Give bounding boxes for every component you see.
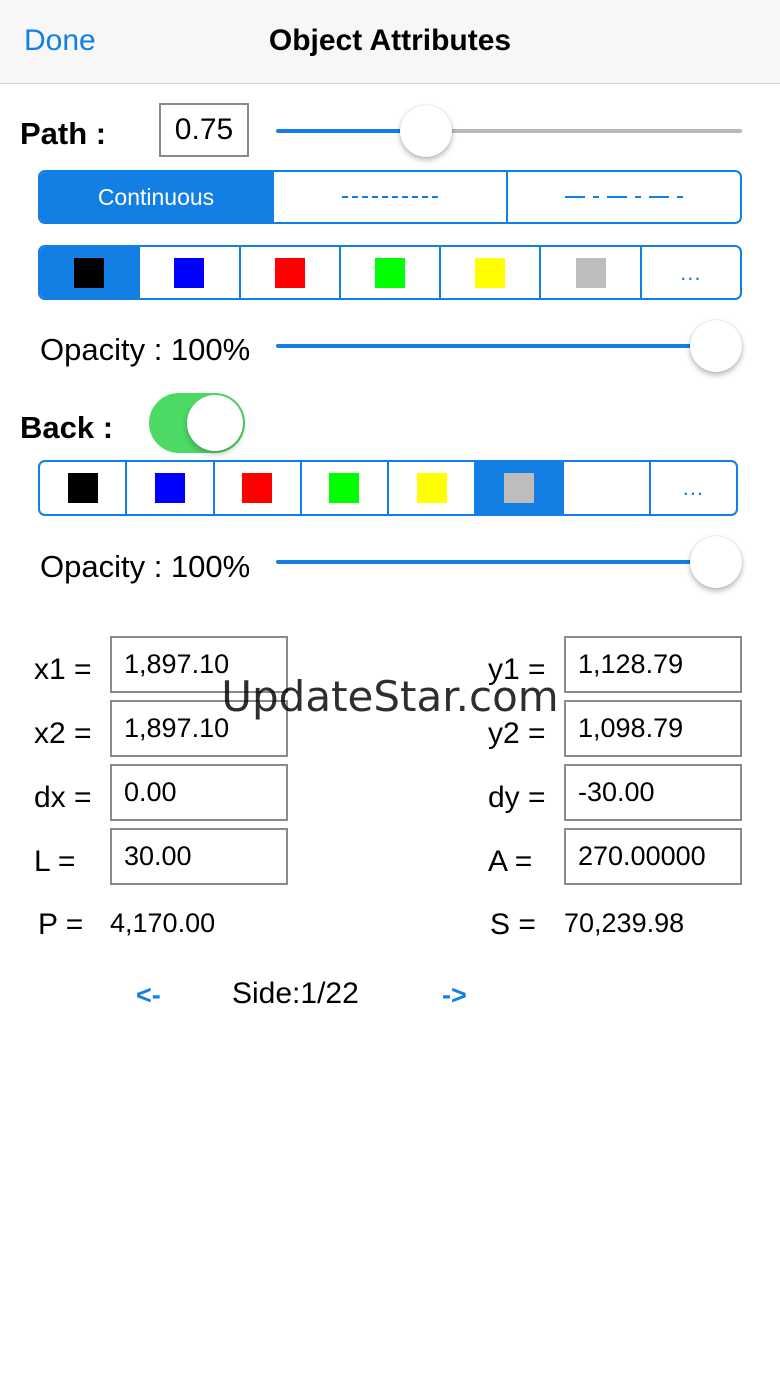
x1-label: x1 =: [34, 653, 92, 686]
back-color-option[interactable]: [125, 462, 212, 514]
done-button[interactable]: Done: [24, 24, 96, 58]
x2-label: x2 =: [34, 717, 92, 750]
color-swatch: [67, 473, 98, 503]
path-color-segmented-control: ...: [38, 245, 742, 300]
color-swatch: [242, 473, 273, 503]
line-style-continuous-label: Continuous: [97, 183, 215, 210]
line-style-dash-dot[interactable]: [506, 172, 740, 222]
y2-field[interactable]: 1,098.79: [564, 700, 742, 757]
more-colors-label: ...: [682, 475, 705, 500]
y1-label: y1 =: [488, 653, 546, 686]
back-color-option[interactable]: [212, 462, 300, 514]
color-swatch: [174, 257, 205, 288]
line-style-continuous[interactable]: Continuous: [40, 172, 272, 222]
back-color-segmented-control: ...: [38, 460, 738, 516]
dx-field[interactable]: 0.00: [110, 764, 288, 821]
back-fill-toggle[interactable]: [149, 393, 245, 453]
path-opacity-slider[interactable]: [276, 320, 742, 372]
area-label: S =: [490, 908, 536, 941]
path-color-option[interactable]: [539, 247, 639, 298]
angle-label: A =: [488, 845, 533, 878]
length-label: L =: [34, 845, 76, 878]
color-swatch: [329, 473, 360, 503]
path-color-option[interactable]: [40, 247, 139, 298]
angle-field[interactable]: 270.00000: [564, 828, 742, 885]
y2-label: y2 =: [488, 717, 546, 750]
perimeter-value: 4,170.00: [110, 908, 216, 938]
dy-label: dy =: [488, 781, 546, 814]
color-swatch: [74, 257, 105, 288]
color-swatch: [416, 473, 447, 503]
toggle-knob: [187, 395, 243, 451]
back-color-option[interactable]: [299, 462, 387, 514]
path-width-slider[interactable]: [276, 105, 742, 157]
side-indicator: Side:1/22: [232, 977, 359, 1010]
color-swatch: [503, 473, 534, 503]
path-color-option[interactable]: [338, 247, 439, 298]
path-color-option[interactable]: [238, 247, 339, 298]
back-color-option[interactable]: [561, 462, 649, 514]
color-swatch: [274, 257, 305, 288]
line-style-dashed[interactable]: [272, 172, 506, 222]
back-opacity-label: Opacity : 100%: [40, 549, 251, 584]
y1-field[interactable]: 1,128.79: [564, 636, 742, 693]
back-more-colors-button[interactable]: ...: [648, 462, 736, 514]
line-style-segmented-control: Continuous: [38, 170, 742, 224]
slider-thumb[interactable]: [690, 320, 742, 372]
slider-track: [426, 129, 742, 133]
back-color-option[interactable]: [474, 462, 562, 514]
back-color-option[interactable]: [387, 462, 474, 514]
slider-fill: [276, 344, 716, 348]
back-opacity-slider[interactable]: [276, 536, 742, 588]
path-color-option[interactable]: [138, 247, 238, 298]
dash-dot-line-icon: [565, 196, 683, 198]
back-label: Back :: [20, 410, 114, 445]
path-width-field[interactable]: 0.75: [159, 103, 249, 157]
dy-field[interactable]: -30.00: [564, 764, 742, 821]
x2-field[interactable]: 1,897.10: [110, 700, 288, 757]
path-label: Path :: [20, 116, 107, 151]
path-color-option[interactable]: [439, 247, 539, 298]
x1-field[interactable]: 1,897.10: [110, 636, 288, 693]
area-value: 70,239.98: [564, 908, 685, 938]
more-colors-label: ...: [680, 259, 702, 285]
slider-fill: [276, 560, 716, 564]
slider-thumb[interactable]: [400, 105, 452, 157]
color-swatch: [475, 257, 506, 288]
page-title: Object Attributes: [268, 24, 512, 57]
dx-label: dx =: [34, 781, 92, 814]
perimeter-label: P =: [38, 908, 84, 941]
path-more-colors-button[interactable]: ...: [639, 247, 740, 298]
color-swatch: [374, 257, 405, 288]
color-swatch: [575, 257, 606, 288]
path-opacity-label: Opacity : 100%: [40, 332, 251, 367]
back-color-option[interactable]: [40, 462, 125, 514]
color-swatch: [154, 473, 185, 503]
next-side-button[interactable]: ->: [442, 980, 467, 1011]
dashed-line-icon: [342, 196, 438, 198]
length-field[interactable]: 30.00: [110, 828, 288, 885]
slider-thumb[interactable]: [690, 536, 742, 588]
previous-side-button[interactable]: <-: [136, 980, 161, 1011]
